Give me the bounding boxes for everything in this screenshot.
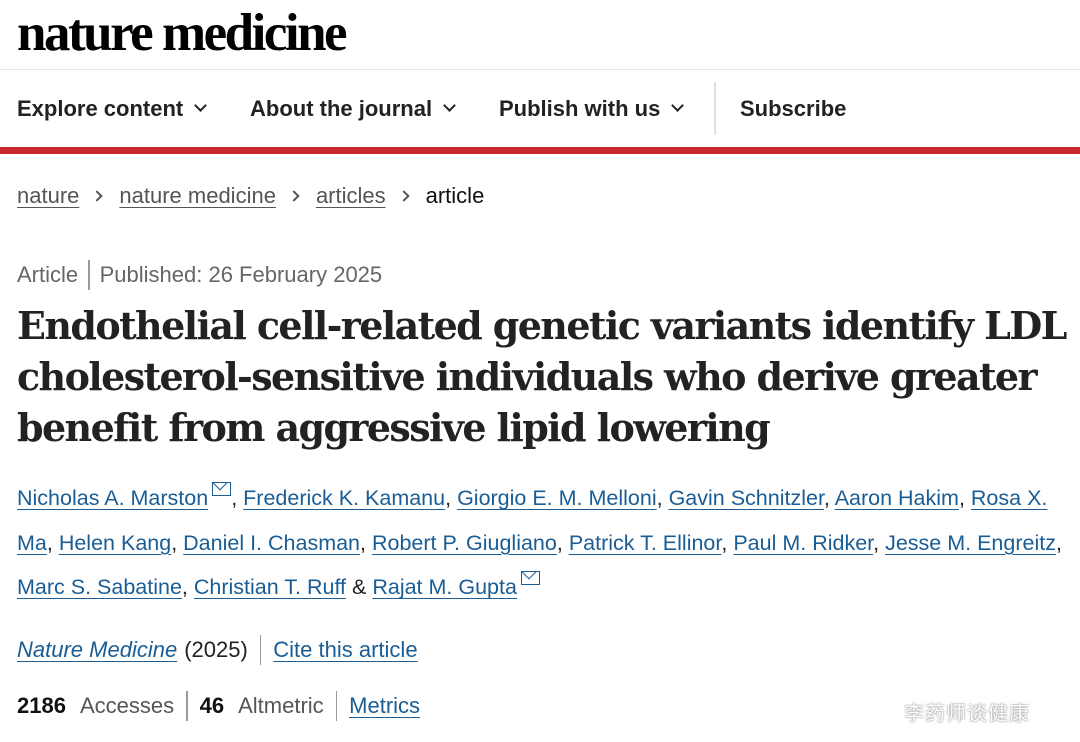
author-link[interactable]: Patrick T. Ellinor: [569, 531, 722, 555]
citation-divider: [259, 635, 262, 665]
cite-article-link[interactable]: Cite this article: [273, 637, 417, 663]
article-meta: Article Published: 26 February 2025: [17, 259, 382, 291]
breadcrumb-articles[interactable]: articles: [316, 183, 386, 209]
mail-icon[interactable]: [520, 571, 540, 585]
author-link[interactable]: Helen Kang: [59, 531, 171, 555]
metrics-link[interactable]: Metrics: [349, 693, 420, 719]
main-nav: Explore content About the journal Publis…: [0, 70, 1080, 147]
meta-divider: [88, 260, 90, 290]
chevron-down-icon: [671, 99, 685, 112]
accent-bar: [0, 147, 1080, 154]
journal-link[interactable]: Nature Medicine: [17, 637, 177, 663]
altmetric-label: Altmetric: [238, 693, 324, 718]
author-link[interactable]: Aaron Hakim: [835, 486, 959, 510]
breadcrumb-nature[interactable]: nature: [17, 183, 79, 209]
author-link[interactable]: Daniel I. Chasman: [183, 531, 360, 555]
published-date: Published: 26 February 2025: [99, 262, 383, 287]
nav-item-label: Publish with us: [499, 95, 661, 121]
author-link[interactable]: Rajat M. Gupta: [372, 575, 517, 599]
journal-logo[interactable]: nature medicine: [17, 2, 348, 64]
author-link[interactable]: Gavin Schnitzler: [669, 486, 824, 510]
mail-icon[interactable]: [212, 482, 232, 496]
metrics-bar: 2186 Accesses 46 Altmetric Metrics: [17, 690, 420, 722]
subscribe-link[interactable]: Subscribe: [740, 70, 846, 147]
accesses-count: 2186: [17, 693, 66, 718]
article-title: Endothelial cell-related genetic variant…: [17, 303, 1067, 450]
metrics-divider: [186, 691, 188, 721]
author-link[interactable]: Marc S. Sabatine: [17, 575, 182, 599]
nav-publish-with-us[interactable]: Publish with us: [499, 70, 685, 147]
chevron-down-icon: [194, 99, 208, 112]
author-link[interactable]: Giorgio E. M. Melloni: [457, 486, 657, 510]
breadcrumb-nature-medicine[interactable]: nature medicine: [119, 183, 276, 209]
breadcrumb-current: article: [425, 183, 485, 208]
altmetric-count: 46: [199, 693, 225, 718]
nav-divider: [714, 82, 716, 135]
publication-year: (2025): [184, 637, 248, 662]
citation-line: Nature Medicine (2025) Cite this article: [17, 634, 418, 666]
author-link[interactable]: Nicholas A. Marston: [17, 486, 208, 510]
author-link[interactable]: Jesse M. Engreitz: [885, 531, 1056, 555]
author-link[interactable]: Robert P. Giugliano: [372, 531, 557, 555]
chevron-down-icon: [443, 99, 456, 112]
chevron-right-icon: [91, 190, 104, 202]
author-link[interactable]: Christian T. Ruff: [194, 575, 346, 599]
author-link[interactable]: Paul M. Ridker: [733, 531, 873, 555]
watermark: 李药师谈健康: [904, 701, 1030, 725]
nav-item-label: About the journal: [250, 95, 433, 121]
author-link[interactable]: Frederick K. Kamanu: [243, 486, 445, 510]
nav-about-journal[interactable]: About the journal: [250, 70, 456, 147]
chevron-right-icon: [397, 190, 410, 202]
author-list: Nicholas A. Marston, Frederick K. Kamanu…: [17, 476, 1077, 610]
chevron-right-icon: [288, 190, 300, 202]
nav-item-label: Explore content: [17, 95, 184, 121]
accesses-label: Accesses: [79, 693, 175, 718]
article-type: Article: [17, 262, 79, 287]
breadcrumb: nature nature medicine articles article: [17, 180, 484, 212]
metrics-divider: [335, 691, 338, 721]
nav-explore-content[interactable]: Explore content: [17, 70, 208, 147]
